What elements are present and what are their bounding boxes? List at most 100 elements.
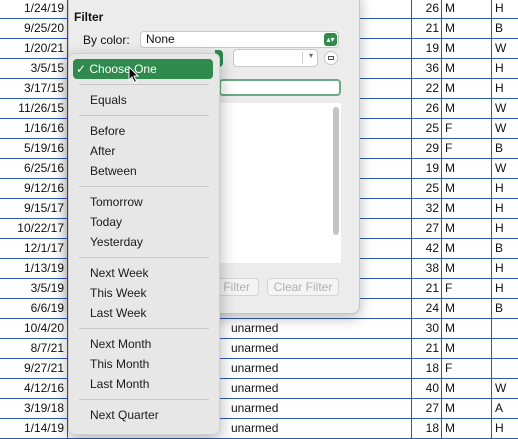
calendar-icon[interactable] (324, 51, 338, 65)
race-cell[interactable]: W (492, 159, 518, 178)
age-cell[interactable]: 38 (412, 259, 442, 278)
age-cell[interactable]: 32 (412, 199, 442, 218)
sex-cell[interactable]: M (442, 99, 492, 118)
menu-item-before[interactable]: Before (69, 121, 219, 141)
age-cell[interactable]: 30 (412, 319, 442, 338)
age-cell[interactable]: 25 (412, 179, 442, 198)
date-cell[interactable]: 1/20/21 (0, 39, 68, 58)
weapon-cell[interactable]: unarmed (228, 399, 412, 418)
menu-item-after[interactable]: After (69, 141, 219, 161)
sex-cell[interactable]: M (442, 239, 492, 258)
race-cell[interactable]: H (492, 279, 518, 298)
race-cell[interactable]: H (492, 219, 518, 238)
sex-cell[interactable]: F (442, 139, 492, 158)
age-cell[interactable]: 40 (412, 379, 442, 398)
sex-cell[interactable]: M (442, 79, 492, 98)
age-cell[interactable]: 25 (412, 119, 442, 138)
menu-item-between[interactable]: Between (69, 161, 219, 181)
sex-cell[interactable]: F (442, 119, 492, 138)
age-cell[interactable]: 21 (412, 339, 442, 358)
sex-cell[interactable]: M (442, 259, 492, 278)
age-cell[interactable]: 27 (412, 399, 442, 418)
date-cell[interactable]: 9/27/21 (0, 359, 68, 378)
age-cell[interactable]: 42 (412, 239, 442, 258)
age-cell[interactable]: 24 (412, 299, 442, 318)
menu-item-choose-one[interactable]: ✓ Choose One (73, 59, 213, 79)
race-cell[interactable] (492, 319, 518, 338)
menu-item-tomorrow[interactable]: Tomorrow (69, 192, 219, 212)
date-cell[interactable]: 6/6/19 (0, 299, 68, 318)
menu-item-next-week[interactable]: Next Week (69, 263, 219, 283)
date-cell[interactable]: 3/17/15 (0, 79, 68, 98)
weapon-cell[interactable]: unarmed (228, 379, 412, 398)
race-cell[interactable]: H (492, 199, 518, 218)
menu-item-this-week[interactable]: This Week (69, 283, 219, 303)
by-color-select[interactable]: None ▴▾ (140, 31, 339, 48)
date-cell[interactable]: 3/5/19 (0, 279, 68, 298)
race-cell[interactable]: H (492, 419, 518, 438)
sex-cell[interactable]: M (442, 159, 492, 178)
race-cell[interactable]: H (492, 0, 518, 18)
menu-item-this-month[interactable]: This Month (69, 354, 219, 374)
date-cell[interactable]: 10/4/20 (0, 319, 68, 338)
sex-cell[interactable]: F (442, 359, 492, 378)
date-cell[interactable]: 9/25/20 (0, 19, 68, 38)
race-cell[interactable]: W (492, 39, 518, 58)
race-cell[interactable]: H (492, 79, 518, 98)
sex-cell[interactable]: M (442, 419, 492, 438)
race-cell[interactable]: W (492, 119, 518, 138)
race-cell[interactable]: H (492, 59, 518, 78)
menu-item-yesterday[interactable]: Yesterday (69, 232, 219, 252)
sex-cell[interactable]: F (442, 279, 492, 298)
sex-cell[interactable]: M (442, 219, 492, 238)
race-cell[interactable] (492, 339, 518, 358)
age-cell[interactable]: 19 (412, 39, 442, 58)
age-cell[interactable]: 27 (412, 219, 442, 238)
race-cell[interactable]: H (492, 259, 518, 278)
menu-item-equals[interactable]: Equals (69, 90, 219, 110)
menu-item-last-month[interactable]: Last Month (69, 374, 219, 394)
weapon-cell[interactable]: unarmed (228, 319, 412, 338)
sex-cell[interactable]: M (442, 39, 492, 58)
race-cell[interactable]: B (492, 139, 518, 158)
clear-filter-button[interactable]: Clear Filter (267, 278, 339, 296)
sex-cell[interactable]: M (442, 399, 492, 418)
age-cell[interactable]: 18 (412, 419, 442, 438)
date-cell[interactable]: 1/13/19 (0, 259, 68, 278)
age-cell[interactable]: 36 (412, 59, 442, 78)
date-cell[interactable]: 12/1/17 (0, 239, 68, 258)
age-cell[interactable]: 26 (412, 0, 442, 18)
date-cell[interactable]: 11/26/15 (0, 99, 68, 118)
age-cell[interactable]: 19 (412, 159, 442, 178)
date-cell[interactable]: 4/12/16 (0, 379, 68, 398)
weapon-cell[interactable]: unarmed (228, 419, 412, 438)
menu-item-today[interactable]: Today (69, 212, 219, 232)
sex-cell[interactable]: M (442, 0, 492, 18)
sex-cell[interactable]: M (442, 19, 492, 38)
value-list[interactable] (219, 103, 341, 263)
sex-cell[interactable]: M (442, 319, 492, 338)
sex-cell[interactable]: M (442, 179, 492, 198)
sex-cell[interactable]: M (442, 299, 492, 318)
chevron-down-icon[interactable]: ▾ (309, 51, 313, 60)
date-cell[interactable]: 9/12/16 (0, 179, 68, 198)
date-cell[interactable]: 9/15/17 (0, 199, 68, 218)
date-cell[interactable]: 3/5/15 (0, 59, 68, 78)
age-cell[interactable]: 21 (412, 19, 442, 38)
date-cell[interactable]: 1/14/19 (0, 419, 68, 438)
sex-cell[interactable]: M (442, 59, 492, 78)
menu-item-next-quarter[interactable]: Next Quarter (69, 405, 219, 425)
race-cell[interactable]: A (492, 399, 518, 418)
race-cell[interactable]: H (492, 179, 518, 198)
age-cell[interactable]: 26 (412, 99, 442, 118)
race-cell[interactable]: B (492, 299, 518, 318)
age-cell[interactable]: 18 (412, 359, 442, 378)
scrollbar[interactable] (333, 107, 339, 235)
date-cell[interactable]: 1/24/19 (0, 0, 68, 18)
race-cell[interactable]: B (492, 239, 518, 258)
menu-item-last-week[interactable]: Last Week (69, 303, 219, 323)
search-input[interactable] (219, 79, 341, 96)
sex-cell[interactable]: M (442, 339, 492, 358)
sex-cell[interactable]: M (442, 199, 492, 218)
age-cell[interactable]: 29 (412, 139, 442, 158)
